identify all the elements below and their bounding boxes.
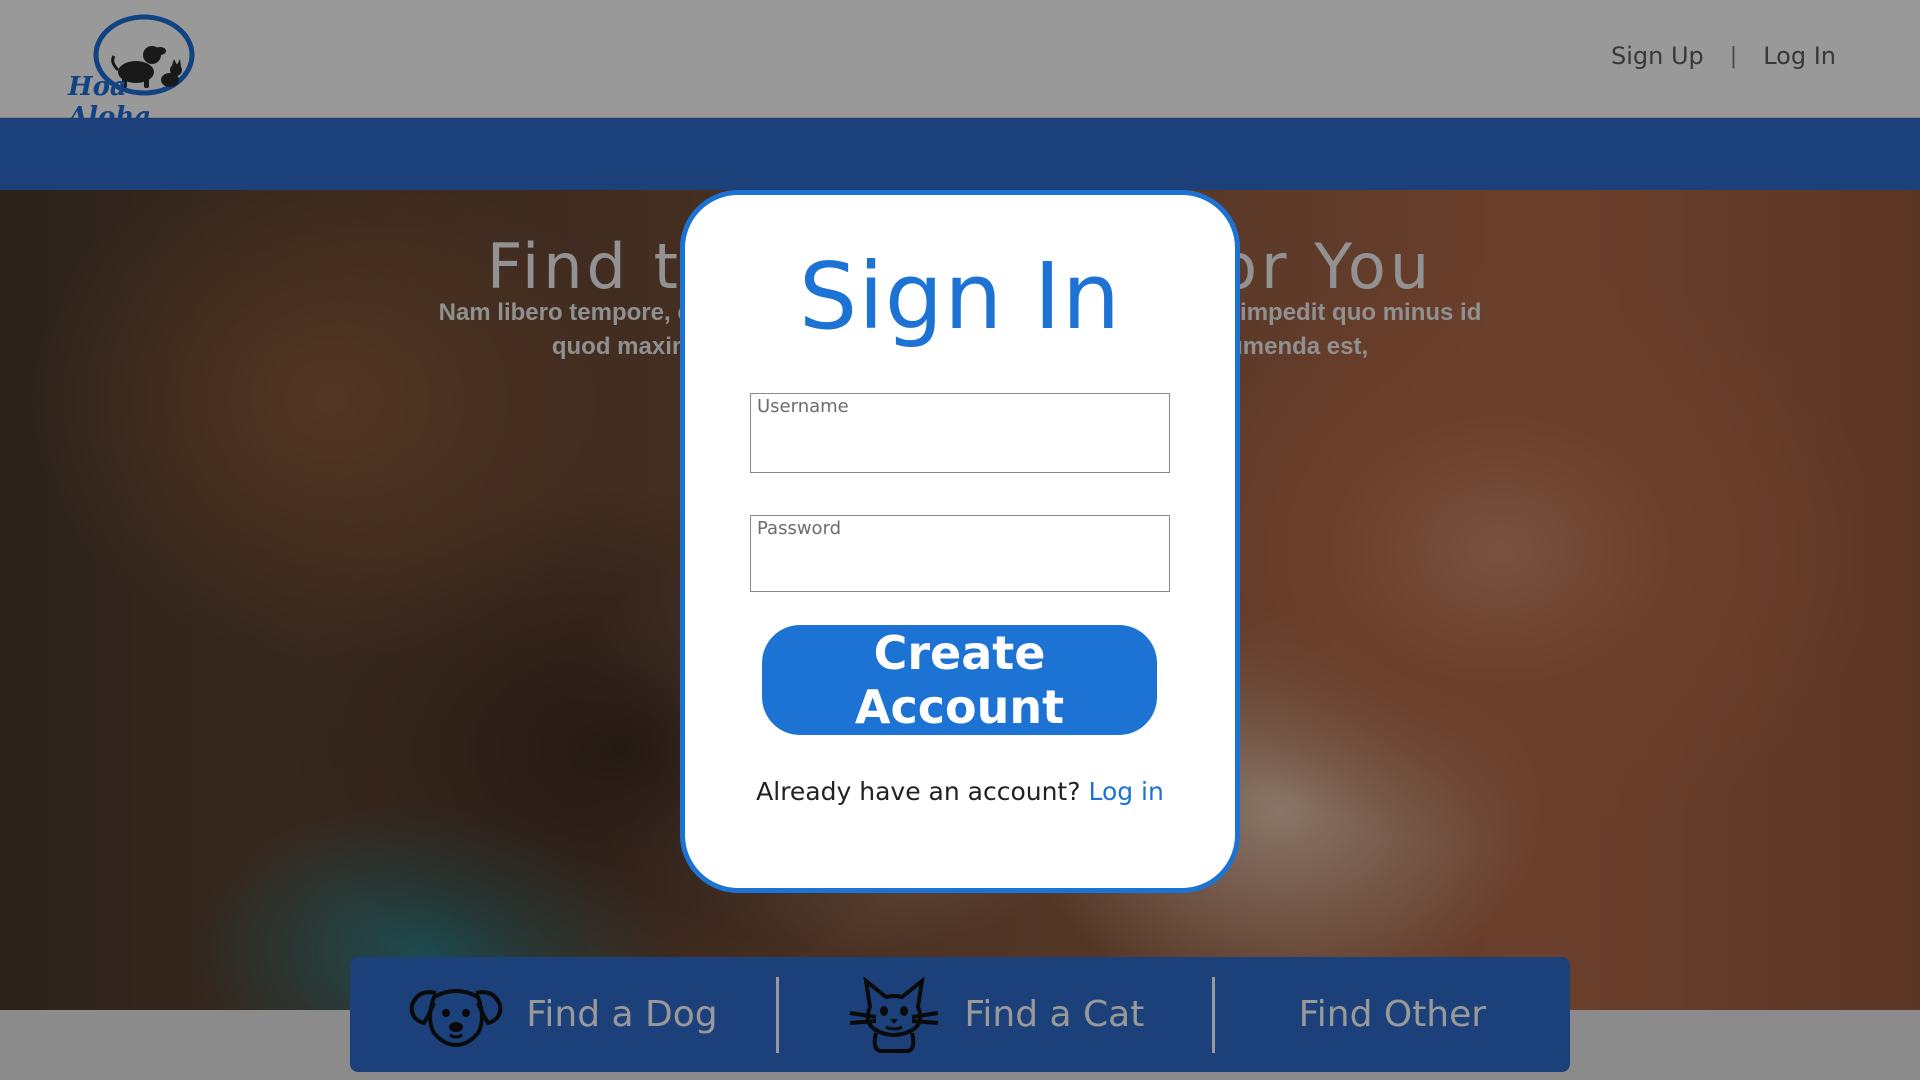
username-label: Username bbox=[757, 396, 849, 417]
password-field[interactable]: Password bbox=[750, 515, 1170, 592]
sign-in-modal: Sign In Username Password Create Account… bbox=[680, 190, 1240, 893]
password-label: Password bbox=[757, 518, 842, 539]
login-prompt: Already have an account? Log in bbox=[685, 777, 1235, 806]
password-input[interactable] bbox=[757, 547, 1163, 583]
create-account-button[interactable]: Create Account bbox=[762, 625, 1157, 735]
username-input[interactable] bbox=[757, 428, 1163, 464]
username-field[interactable]: Username bbox=[750, 393, 1170, 473]
modal-title: Sign In bbox=[798, 243, 1122, 350]
login-link[interactable]: Log in bbox=[1088, 777, 1163, 806]
login-prompt-text: Already have an account? bbox=[756, 777, 1089, 806]
